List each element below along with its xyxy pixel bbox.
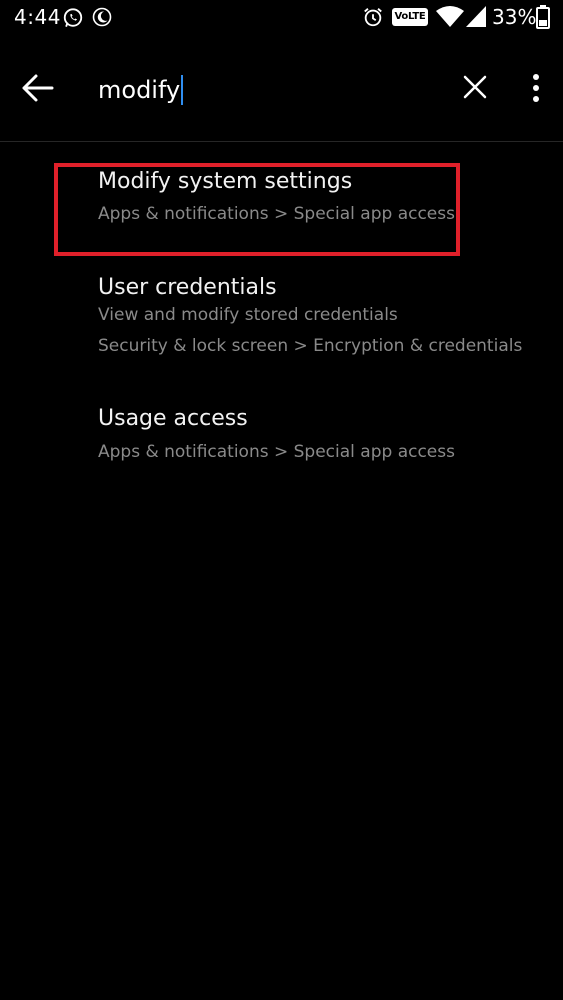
result-title: Usage access bbox=[98, 406, 248, 431]
moon-icon bbox=[92, 7, 112, 27]
result-path: Security & lock screen > Encryption & cr… bbox=[98, 336, 523, 356]
back-arrow-icon[interactable] bbox=[14, 68, 64, 108]
volte-badge: VoLTE bbox=[392, 8, 428, 26]
status-bar: 4:44 VoLTE 33% bbox=[0, 0, 563, 36]
alarm-icon bbox=[364, 8, 382, 27]
whatsapp-icon bbox=[63, 8, 83, 27]
search-bar: modify bbox=[0, 50, 563, 140]
search-divider bbox=[0, 141, 563, 142]
wifi-icon bbox=[436, 6, 464, 27]
result-path: Apps & notifications > Special app acces… bbox=[98, 442, 455, 462]
result-usage-access[interactable]: Usage access Apps & notifications > Spec… bbox=[98, 405, 538, 463]
battery-icon bbox=[536, 5, 550, 29]
battery-percent: 33% bbox=[492, 5, 537, 29]
highlight-annotation bbox=[54, 163, 460, 256]
text-cursor bbox=[181, 75, 184, 105]
signal-icon bbox=[466, 6, 486, 27]
result-user-credentials[interactable]: User credentials View and modify stored … bbox=[98, 274, 538, 357]
search-input[interactable]: modify bbox=[98, 76, 180, 104]
settings-search-screen: 4:44 VoLTE 33% modify Modify system sett… bbox=[0, 0, 563, 1000]
search-field[interactable]: modify bbox=[98, 70, 184, 110]
result-title: User credentials bbox=[98, 275, 277, 300]
more-vert-icon[interactable] bbox=[524, 68, 548, 108]
result-summary: View and modify stored credentials bbox=[98, 305, 398, 325]
close-icon[interactable] bbox=[458, 70, 492, 104]
status-time: 4:44 bbox=[14, 5, 61, 29]
